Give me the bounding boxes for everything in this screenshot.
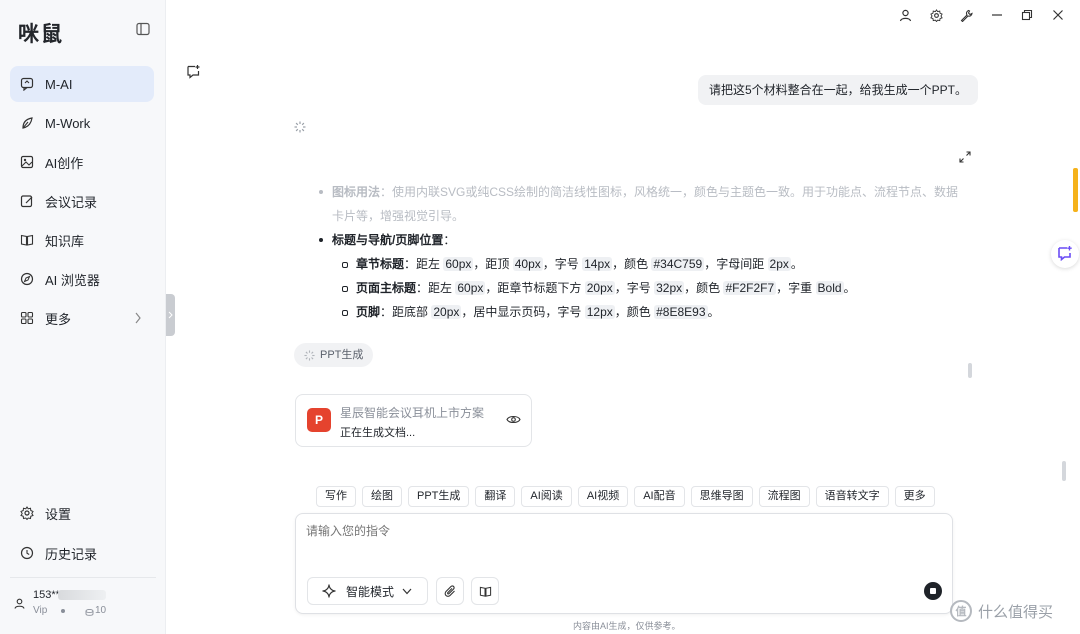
sidebar-item-label: M-Work [45, 115, 91, 131]
grid-icon [20, 311, 34, 325]
history-label: 历史记录 [45, 546, 98, 562]
composer: 智能模式 [295, 513, 953, 614]
eye-icon[interactable] [506, 413, 521, 428]
account-icon[interactable] [897, 7, 913, 23]
prompt-input[interactable] [306, 524, 906, 538]
ppt-generate-chip[interactable]: PPT生成 [294, 343, 374, 367]
user-points: 10 [95, 605, 107, 616]
tool-mind-map[interactable]: 思维导图 [690, 486, 753, 507]
file-status: 正在生成文档... [340, 427, 416, 439]
sparkle-mode-icon [321, 583, 337, 599]
wrench-icon[interactable] [958, 7, 974, 23]
tool-translate[interactable]: 翻译 [475, 486, 516, 507]
tool-bar: 写作 绘图 PPT生成 翻译 AI阅读 AI视频 AI配音 思维导图 流程图 语… [316, 486, 935, 508]
assistant-chat-icon [1057, 245, 1073, 264]
tool-ai-read[interactable]: AI阅读 [521, 486, 572, 507]
mode-label: 智能模式 [346, 584, 395, 599]
sidebar-item-label: 知识库 [45, 233, 85, 249]
sidebar: 咪鼠 M-AI M-Work AI创作 会议记录 知识库 AI 浏览器 更多 设… [0, 0, 166, 634]
settings-button[interactable]: 设置 [10, 495, 154, 531]
user-profile[interactable]: 153** Vip 10 [10, 577, 156, 627]
attach-icon[interactable] [436, 577, 464, 605]
tool-drawing[interactable]: 绘图 [362, 486, 402, 507]
book-icon [20, 233, 34, 247]
knowledge-book-icon[interactable] [471, 577, 499, 605]
clock-icon [20, 546, 34, 560]
sidebar-item-label: AI创作 [45, 155, 84, 171]
tool-ai-dubbing[interactable]: AI配音 [634, 486, 685, 507]
ppt-file-icon: P [307, 408, 331, 432]
chevron-right-icon [134, 312, 142, 327]
edit-note-icon [20, 194, 34, 208]
sidebar-item-label: 会议记录 [45, 194, 98, 210]
sidebar-item-m-ai[interactable]: M-AI [10, 66, 154, 102]
tool-flowchart[interactable]: 流程图 [758, 486, 810, 507]
user-phone-mask [58, 590, 106, 600]
tool-writing[interactable]: 写作 [316, 486, 356, 507]
list-item: 页面主标题：距左 60px ，距章节标题下方 20px ，字号 32px ，颜色 #F… [318, 276, 966, 300]
restore-icon[interactable] [1019, 7, 1035, 23]
user-message-bubble: 请把这5个材料整合在一起，给我生成一个PPT。 [698, 75, 979, 105]
scroll-indicator [1073, 168, 1078, 212]
sidebar-item-ai-create[interactable]: AI创作 [10, 144, 154, 180]
watermark: 值 什么值得买 [950, 600, 1053, 622]
expand-icon[interactable] [958, 150, 972, 167]
loading-spinner-icon [294, 121, 306, 136]
list-item: 页脚：距底部 20px ，居中显示页码，字号 12px ，颜色 #8E8E93。 [318, 300, 966, 324]
tool-ai-video[interactable]: AI视频 [577, 486, 629, 507]
sidebar-collapse-icon[interactable] [136, 22, 152, 38]
file-title: 星辰智能会议耳机上市方案 [340, 406, 485, 420]
list-item: 标题与导航/页脚位置： [318, 228, 966, 252]
image-icon [20, 155, 34, 169]
stop-button[interactable] [924, 582, 942, 600]
app-logo: 咪鼠 [18, 23, 64, 46]
sidebar-item-m-work[interactable]: M-Work [10, 105, 154, 141]
file-card[interactable]: P 星辰智能会议耳机上市方案 正在生成文档... [295, 394, 532, 447]
loading-spinner-icon [304, 349, 315, 361]
points-icon [85, 605, 94, 620]
close-icon[interactable] [1050, 7, 1066, 23]
sidebar-item-meeting-notes[interactable]: 会议记录 [10, 183, 154, 219]
sidebar-item-label: M-AI [45, 76, 73, 92]
history-button[interactable]: 历史记录 [10, 535, 154, 571]
user-icon [14, 597, 25, 612]
leaf-icon [20, 116, 34, 130]
compass-icon [20, 272, 34, 286]
sidebar-item-label: 更多 [45, 311, 72, 327]
watermark-icon: 值 [950, 600, 972, 622]
settings-icon[interactable] [928, 7, 944, 23]
stop-icon [930, 588, 936, 594]
ppt-chip-label: PPT生成 [320, 349, 364, 361]
chevron-down-icon [402, 588, 412, 595]
chat-ai-icon [20, 77, 34, 91]
tool-ppt[interactable]: PPT生成 [408, 486, 470, 507]
floating-assistant-button[interactable] [1051, 240, 1079, 268]
user-phone: 153** [33, 589, 60, 601]
list-item: 章节标题：距左 60px ，距顶 40px ，字号 14px ，颜色 #34C759，… [318, 252, 966, 276]
scrollbar[interactable] [1062, 461, 1066, 481]
user-tier: Vip [33, 605, 48, 616]
settings-label: 设置 [45, 506, 72, 522]
sidebar-item-knowledge-base[interactable]: 知识库 [10, 222, 154, 258]
watermark-text: 什么值得买 [978, 603, 1054, 621]
list-item: 图标用法：使用内联SVG或纯CSS绘制的简洁线性图标，风格统一，颜色与主题色一致… [318, 180, 966, 228]
sidebar-item-label: AI 浏览器 [45, 272, 100, 288]
mode-selector[interactable]: 智能模式 [307, 577, 428, 605]
sidebar-item-more[interactable]: 更多 [10, 300, 154, 336]
gear-icon [20, 506, 34, 520]
sidebar-resize-handle[interactable] [166, 294, 175, 336]
ai-disclaimer: 内容由AI生成，仅供参考。 [573, 621, 681, 631]
scrollbar[interactable] [968, 363, 972, 378]
new-chat-icon[interactable] [186, 64, 201, 82]
separator-dot [61, 609, 65, 613]
tool-speech-to-text[interactable]: 语音转文字 [815, 486, 889, 507]
tool-more[interactable]: 更多 [894, 486, 935, 507]
minimize-icon[interactable] [989, 7, 1005, 23]
sidebar-item-ai-browser[interactable]: AI 浏览器 [10, 261, 154, 297]
ai-response-document: 图标用法：使用内联SVG或纯CSS绘制的简洁线性图标，风格统一，颜色与主题色一致… [318, 180, 966, 324]
